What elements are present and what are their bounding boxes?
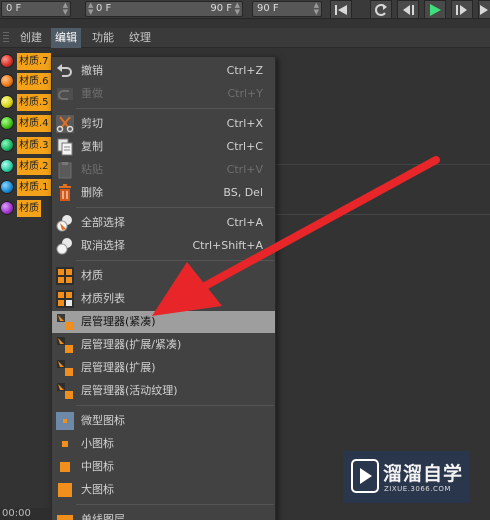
watermark-logo-icon	[351, 459, 379, 493]
watermark: 溜溜自学 ZIXUE.3066.COM	[343, 451, 469, 503]
annotation-arrow	[152, 156, 440, 316]
watermark-title: 溜溜自学	[383, 463, 464, 485]
watermark-url: ZIXUE.3066.COM	[384, 485, 451, 493]
